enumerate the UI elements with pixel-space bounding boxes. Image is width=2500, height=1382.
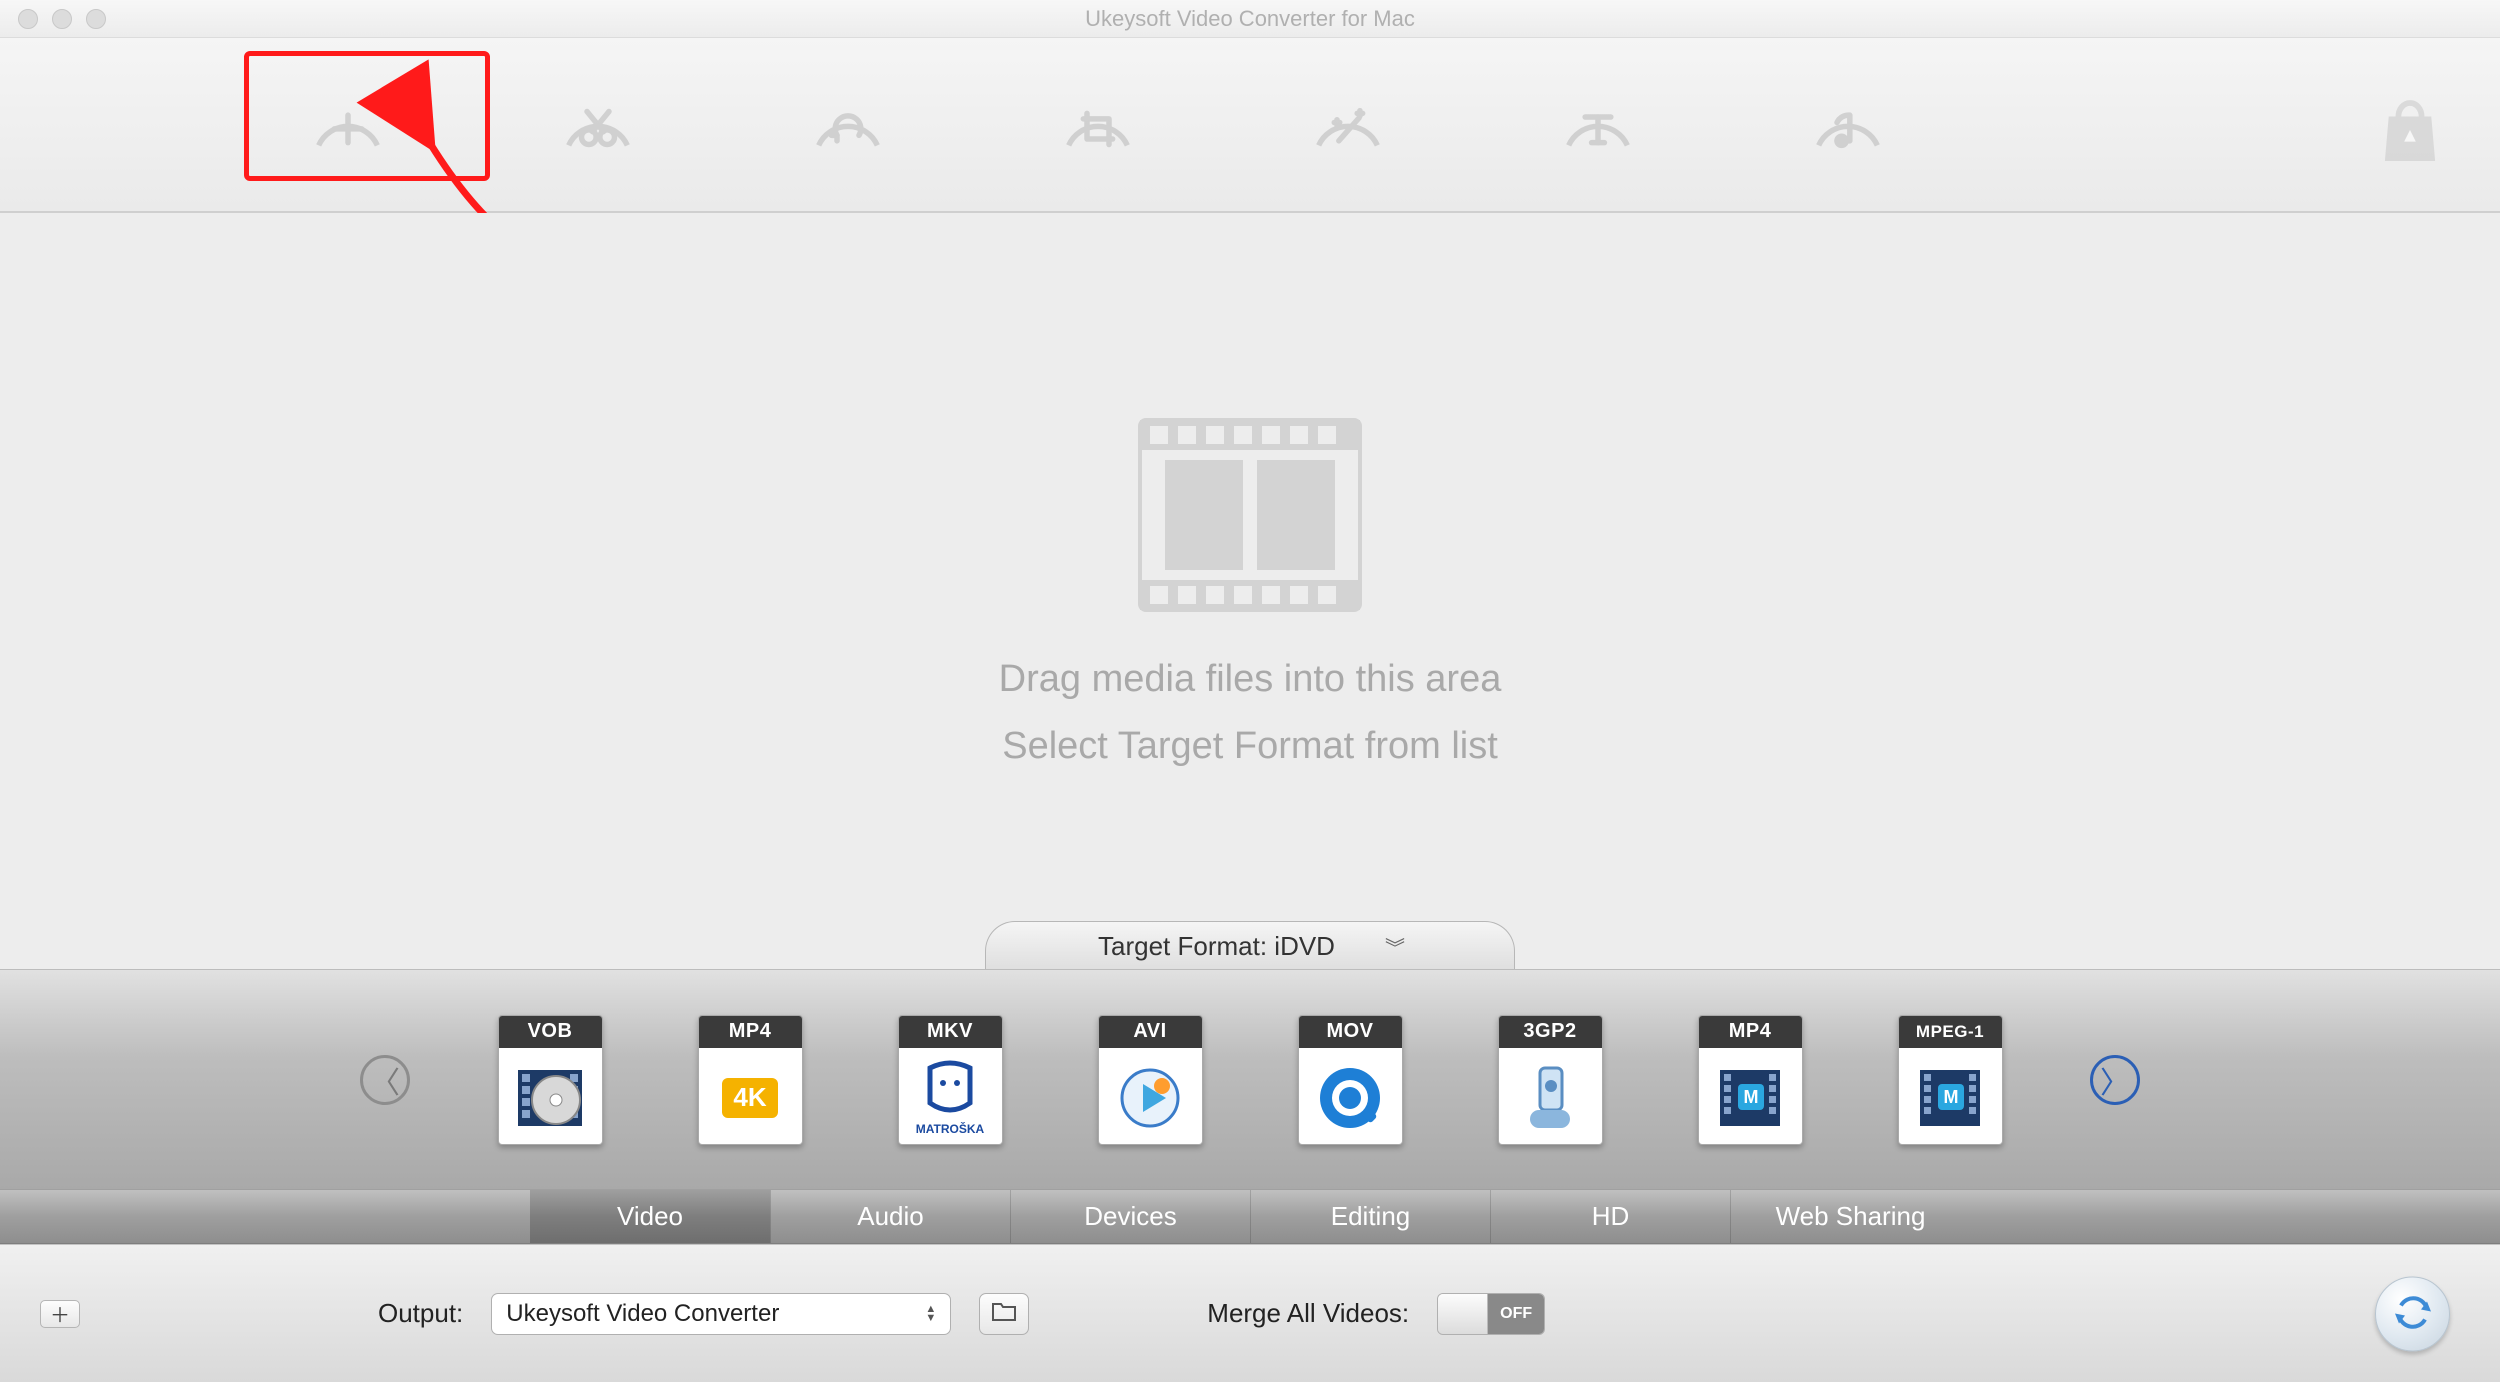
format-item-3gp2[interactable]: 3GP2 — [1498, 1015, 1603, 1145]
chevron-left-icon: 〈 — [370, 1058, 400, 1102]
tab-audio[interactable]: Audio — [770, 1190, 1010, 1243]
tab-label: Video — [617, 1201, 683, 1232]
format-head: VOB — [499, 1016, 602, 1048]
format-item-mov[interactable]: MOV — [1298, 1015, 1403, 1145]
filmstrip-icon — [1135, 415, 1365, 620]
tab-label: Audio — [857, 1201, 924, 1232]
drop-zone[interactable]: Drag media files into this area Select T… — [0, 213, 2500, 969]
plus-icon: ＋ — [50, 1299, 70, 1328]
format-item-mpeg1[interactable]: MPEG-1 M — [1898, 1015, 2003, 1145]
rotate-button[interactable] — [800, 87, 895, 162]
format-head: MPEG-1 — [1899, 1016, 2002, 1048]
target-format-label: Target Format: iDVD — [1098, 931, 1335, 962]
formats-next-button[interactable]: 〉 — [2090, 1055, 2140, 1105]
drop-hint-line1: Drag media files into this area — [999, 658, 1502, 701]
drop-hint-line2: Select Target Format from list — [1002, 725, 1498, 768]
output-path-select[interactable]: Ukeysoft Video Converter ▲▼ — [491, 1293, 951, 1335]
wand-arc-icon — [1309, 95, 1387, 155]
audio-button[interactable] — [1800, 87, 1895, 162]
format-head: MP4 — [1699, 1016, 1802, 1048]
phone-icon — [1499, 1048, 1602, 1144]
merge-toggle[interactable]: OFF — [1437, 1293, 1545, 1335]
tab-label: Editing — [1331, 1201, 1411, 1232]
zoom-window-button[interactable] — [86, 9, 106, 29]
format-item-mkv[interactable]: MKV MATROŠKA — [898, 1015, 1003, 1145]
text-arc-icon — [1559, 95, 1637, 155]
tab-label: Devices — [1084, 1201, 1176, 1232]
toolbar — [0, 38, 2500, 213]
tab-web-sharing[interactable]: Web Sharing — [1730, 1190, 1970, 1243]
format-item-mp4-4k[interactable]: MP4 4K — [698, 1015, 803, 1145]
effects-button[interactable] — [1300, 87, 1395, 162]
format-list: VOB MP4 4K MKV MATROŠKA AVI — [498, 1015, 2003, 1145]
output-label: Output: — [378, 1298, 463, 1329]
disc-film-icon — [499, 1048, 602, 1144]
toggle-state: OFF — [1488, 1294, 1544, 1334]
bottom-bar: ＋ Output: Ukeysoft Video Converter ▲▼ Me… — [0, 1244, 2500, 1382]
avi-play-icon — [1099, 1048, 1202, 1144]
tab-devices[interactable]: Devices — [1010, 1190, 1250, 1243]
format-head: MKV — [899, 1016, 1002, 1048]
shopping-bag-icon — [2381, 97, 2439, 170]
format-strip: 〈 VOB MP4 4K MKV MATROŠKA AVI — [0, 969, 2500, 1189]
tab-video[interactable]: Video — [530, 1190, 770, 1243]
audio-arc-icon — [1809, 95, 1887, 155]
svg-text:M: M — [1744, 1087, 1759, 1107]
tab-editing[interactable]: Editing — [1250, 1190, 1490, 1243]
rotate-arc-icon — [809, 95, 887, 155]
format-head: MP4 — [699, 1016, 802, 1048]
tab-label: Web Sharing — [1776, 1201, 1926, 1232]
formats-prev-button[interactable]: 〈 — [360, 1055, 410, 1105]
crop-arc-icon — [1059, 95, 1137, 155]
film-m-icon: M — [1699, 1048, 1802, 1144]
svg-text:4K: 4K — [733, 1082, 766, 1112]
folder-icon — [991, 1300, 1017, 1328]
open-output-folder-button[interactable] — [979, 1293, 1029, 1335]
window-controls — [18, 9, 106, 29]
add-small-button[interactable]: ＋ — [40, 1300, 80, 1328]
film-m-icon: M — [1899, 1048, 2002, 1144]
trim-button[interactable] — [550, 87, 645, 162]
toggle-knob — [1438, 1294, 1488, 1334]
target-format-tab[interactable]: Target Format: iDVD ︾ — [985, 921, 1515, 971]
crop-button[interactable] — [1050, 87, 1145, 162]
category-tabs: Video Audio Devices Editing HD Web Shari… — [0, 1189, 2500, 1244]
minimize-window-button[interactable] — [52, 9, 72, 29]
merge-label: Merge All Videos: — [1207, 1298, 1409, 1329]
format-item-mp4[interactable]: MP4 M — [1698, 1015, 1803, 1145]
format-item-avi[interactable]: AVI — [1098, 1015, 1203, 1145]
matroska-icon: MATROŠKA — [899, 1048, 1002, 1144]
svg-text:MATROŠKA: MATROŠKA — [916, 1121, 985, 1136]
close-window-button[interactable] — [18, 9, 38, 29]
svg-text:M: M — [1944, 1087, 1959, 1107]
window-title: Ukeysoft Video Converter for Mac — [0, 6, 2500, 32]
convert-arrows-icon — [2391, 1289, 2435, 1338]
plus-arc-icon — [309, 95, 387, 155]
format-head: MOV — [1299, 1016, 1402, 1048]
tab-hd[interactable]: HD — [1490, 1190, 1730, 1243]
convert-button[interactable] — [2375, 1276, 2450, 1351]
titlebar: Ukeysoft Video Converter for Mac — [0, 0, 2500, 38]
format-head: AVI — [1099, 1016, 1202, 1048]
store-button[interactable] — [2375, 93, 2445, 173]
add-file-button[interactable] — [300, 87, 395, 162]
subtitle-button[interactable] — [1550, 87, 1645, 162]
quicktime-icon — [1299, 1048, 1402, 1144]
chevron-down-double-icon: ︾ — [1385, 932, 1402, 961]
output-path-value: Ukeysoft Video Converter — [506, 1300, 779, 1328]
stepper-icon: ▲▼ — [925, 1305, 936, 1323]
4k-badge-icon: 4K — [699, 1048, 802, 1144]
scissors-arc-icon — [559, 95, 637, 155]
format-item-vob[interactable]: VOB — [498, 1015, 603, 1145]
tab-label: HD — [1592, 1201, 1630, 1232]
format-head: 3GP2 — [1499, 1016, 1602, 1048]
chevron-right-icon: 〉 — [2100, 1058, 2130, 1102]
